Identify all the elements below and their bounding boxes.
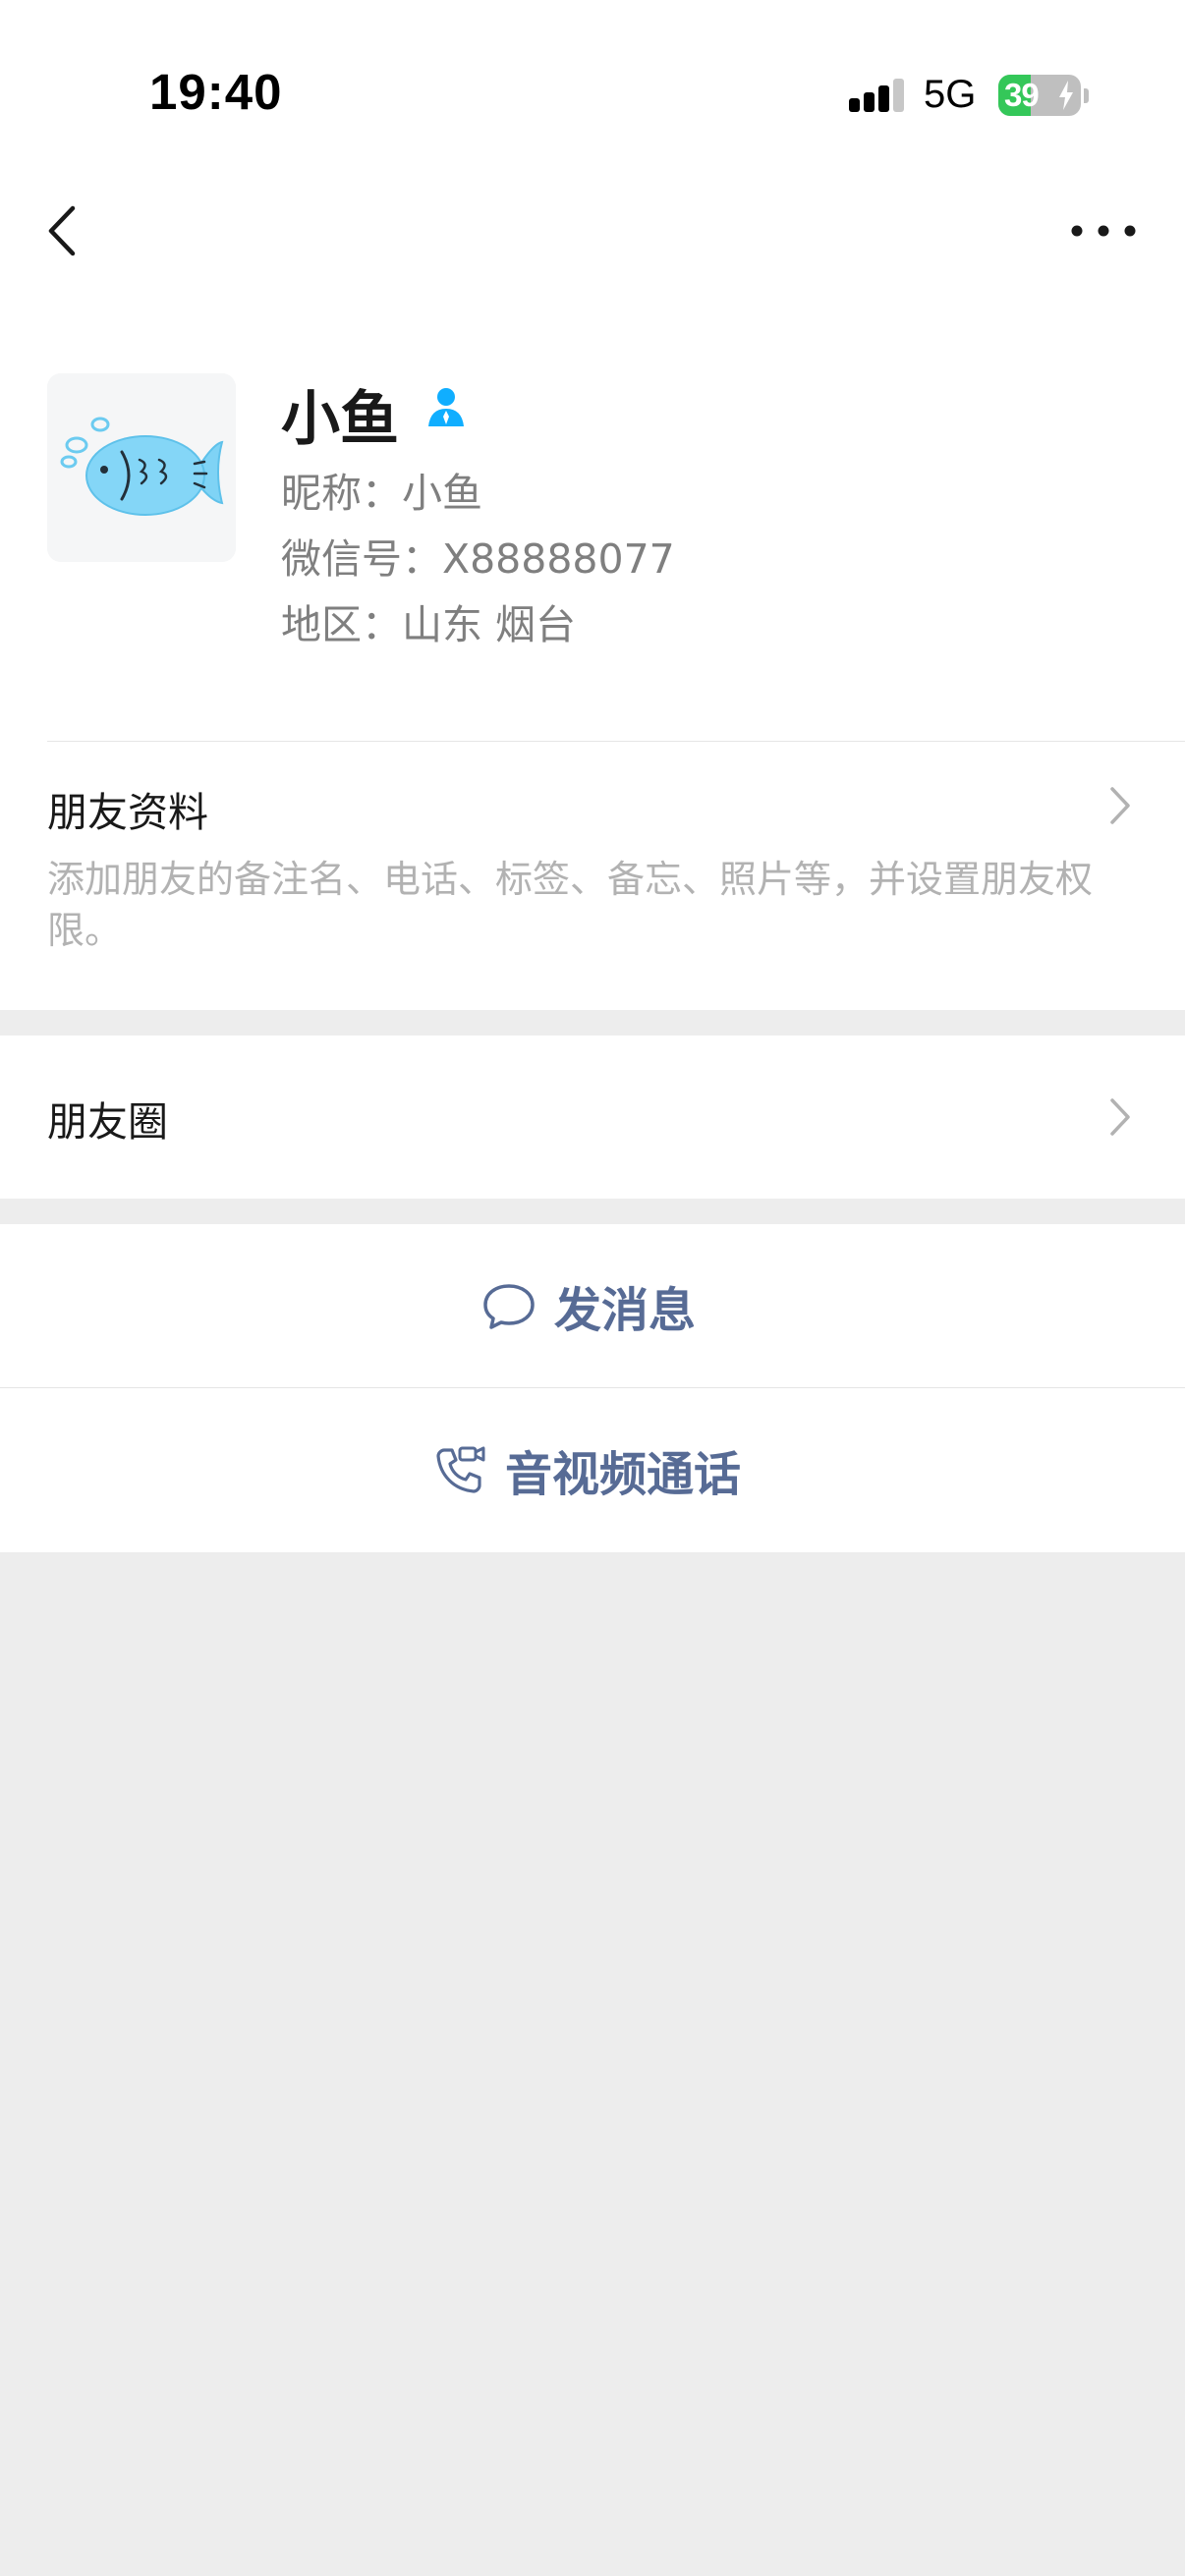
- wechat-id-line: 微信号：X88888077: [281, 535, 675, 583]
- back-button[interactable]: [29, 196, 98, 265]
- contact-profile-screen: 19:40 5G 39 小鱼 昵称：小鱼 微信号：X88888077 地区：山东…: [0, 0, 1185, 2576]
- status-bar: 19:40 5G 39: [0, 0, 1185, 177]
- profile-card: 小鱼 昵称：小鱼 微信号：X88888077 地区：山东 烟台 朋友资料 添加朋…: [0, 285, 1185, 1010]
- battery-cap: [1084, 88, 1089, 103]
- nav-bar: [0, 177, 1185, 285]
- region-line: 地区：山东 烟台: [281, 601, 577, 648]
- display-name: 小鱼: [281, 385, 399, 454]
- send-message-label: 发消息: [554, 1283, 697, 1338]
- chevron-right-icon: [1110, 787, 1130, 824]
- more-horizontal-icon: [1071, 225, 1136, 237]
- friend-info-row[interactable]: 朋友资料 添加朋友的备注名、电话、标签、备忘、照片等，并设置朋友权限。: [0, 742, 1185, 1010]
- send-message-button[interactable]: 发消息: [0, 1224, 1185, 1387]
- moments-row[interactable]: 朋友圈: [0, 1036, 1185, 1199]
- chevron-right-icon: [1110, 1098, 1130, 1136]
- avatar[interactable]: [47, 373, 236, 562]
- phone-video-icon: [436, 1446, 485, 1493]
- send-message-content: 发消息: [481, 1224, 696, 1387]
- friend-info-description: 添加朋友的备注名、电话、标签、备忘、照片等，并设置朋友权限。: [47, 858, 1094, 952]
- moments-title: 朋友圈: [47, 1098, 168, 1146]
- chat-bubble-icon: [483, 1284, 535, 1329]
- network-type: 5G: [924, 73, 977, 116]
- battery-indicator: 39: [998, 75, 1081, 116]
- contact-person-icon: [428, 388, 464, 426]
- status-time: 19:40: [149, 64, 283, 120]
- voice-video-call-content: 音视频通话: [432, 1388, 741, 1551]
- more-options-button[interactable]: [1061, 201, 1146, 260]
- nickname-line: 昵称：小鱼: [281, 470, 482, 517]
- voice-video-call-button[interactable]: 音视频通话: [0, 1388, 1185, 1551]
- charging-bolt-icon: [1059, 81, 1073, 110]
- cellular-signal-icon: [849, 79, 904, 112]
- actions-card: 发消息 音视频通话: [0, 1224, 1185, 1552]
- fish-avatar-icon: [47, 373, 236, 562]
- voice-video-call-label: 音视频通话: [505, 1447, 742, 1502]
- chevron-left-icon: [48, 205, 76, 256]
- friend-info-title: 朋友资料: [47, 789, 208, 836]
